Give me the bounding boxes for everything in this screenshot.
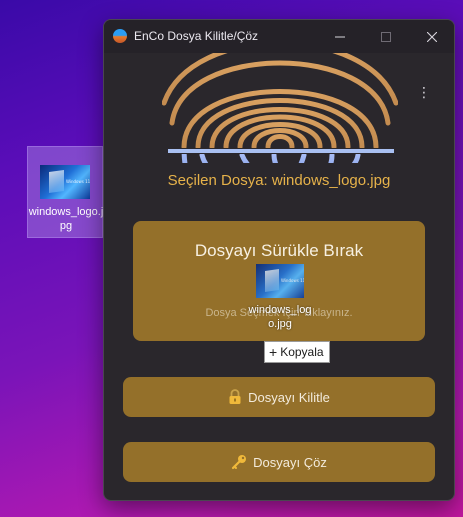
desktop-file-icon[interactable]: Windows 11 windows_logo.jpg bbox=[27, 146, 103, 238]
drag-image-thumbnail: Windows 11 bbox=[256, 264, 304, 298]
close-button[interactable] bbox=[409, 20, 454, 53]
fingerprint-icon bbox=[162, 53, 398, 174]
app-window: EnCo Dosya Kilitle/Çöz ⋮ Seçilen Dosya: … bbox=[103, 19, 455, 501]
lock-button-label: Dosyayı Kilitle bbox=[248, 389, 330, 405]
unlock-button-label: Dosyayı Çöz bbox=[253, 454, 327, 470]
unlock-file-button[interactable]: Dosyayı Çöz bbox=[123, 442, 435, 482]
window-title: EnCo Dosya Kilitle/Çöz bbox=[134, 29, 259, 43]
copy-tooltip: + Kopyala bbox=[264, 341, 330, 363]
drag-ghost: Windows 11 windows_logo.jpg bbox=[249, 261, 314, 341]
image-thumbnail: Windows 11 bbox=[40, 165, 90, 199]
maximize-button[interactable] bbox=[363, 20, 409, 53]
selected-file-label: Seçilen Dosya: windows_logo.jpg bbox=[167, 172, 391, 189]
plus-icon: + bbox=[269, 344, 278, 360]
drag-file-label: windows_logo.jpg bbox=[248, 304, 312, 330]
minimize-button[interactable] bbox=[317, 20, 363, 53]
more-vertical-icon[interactable]: ⋮ bbox=[417, 86, 431, 100]
lock-file-button[interactable]: Dosyayı Kilitle bbox=[123, 377, 435, 417]
desktop-file-label: windows_logo.jpg bbox=[28, 206, 104, 232]
title-bar[interactable]: EnCo Dosya Kilitle/Çöz bbox=[104, 20, 454, 53]
copy-tooltip-label: Kopyala bbox=[280, 345, 324, 359]
drop-zone-title: Dosyayı Sürükle Bırak bbox=[194, 241, 364, 260]
app-logo-icon bbox=[113, 29, 127, 43]
key-icon bbox=[231, 454, 247, 470]
lock-icon bbox=[228, 389, 242, 405]
